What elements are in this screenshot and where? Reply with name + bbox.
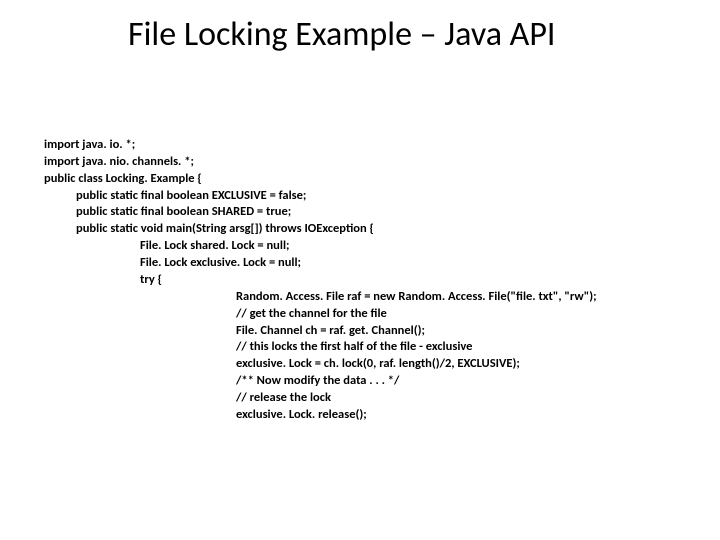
code-line: // get the channel for the file [44, 306, 597, 323]
code-line: File. Lock exclusive. Lock = null; [44, 255, 597, 272]
code-line: exclusive. Lock = ch. lock(0, raf. lengt… [44, 356, 597, 373]
code-line: Random. Access. File raf = new Random. A… [44, 289, 597, 306]
code-line: exclusive. Lock. release(); [44, 407, 597, 424]
page-title: File Locking Example – Java API [128, 14, 556, 55]
code-line: import java. io. *; [44, 137, 135, 152]
code-line: public static final boolean SHARED = tru… [44, 204, 597, 221]
code-line: // release the lock [44, 390, 597, 407]
code-line: import java. nio. channels. *; [44, 154, 194, 169]
code-line: try { [44, 272, 597, 289]
code-line: File. Lock shared. Lock = null; [44, 238, 597, 255]
code-line: public static final boolean EXCLUSIVE = … [44, 188, 597, 205]
code-block: import java. io. *; import java. nio. ch… [44, 120, 597, 424]
code-line: public class Locking. Example { [44, 171, 202, 186]
code-line: // this locks the first half of the file… [44, 339, 597, 356]
code-line: /** Now modify the data . . . */ [44, 373, 597, 390]
code-line: public static void main(String arsg[]) t… [44, 221, 597, 238]
slide: File Locking Example – Java API import j… [0, 0, 720, 540]
code-line: File. Channel ch = raf. get. Channel(); [44, 323, 597, 340]
